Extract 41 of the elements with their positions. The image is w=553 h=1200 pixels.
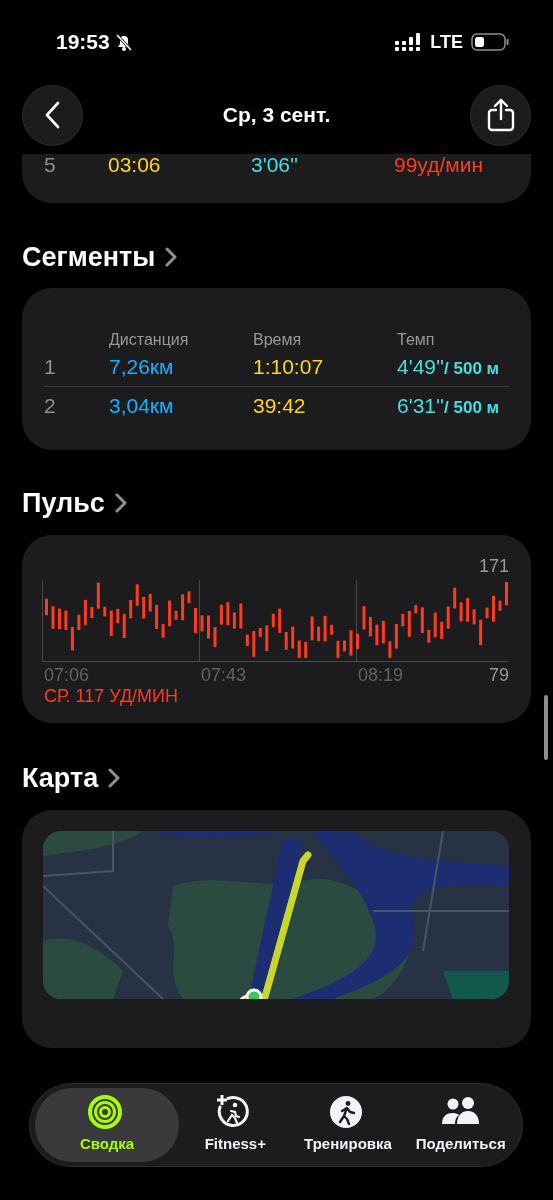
average-heart-rate: СР. 117 УД/МИН <box>44 685 179 708</box>
chevron-right-icon <box>165 247 178 267</box>
tab[interactable]: Поделиться <box>404 1088 517 1162</box>
segment-time: 1:10:07 <box>253 354 325 381</box>
battery-icon <box>471 33 509 51</box>
row-number: 2 <box>44 392 57 419</box>
segment-distance: 3,04км <box>109 392 175 419</box>
chevron-left-icon <box>44 101 61 129</box>
pace-unit: / 500 м <box>444 358 500 381</box>
tab[interactable]: Fitness+ <box>179 1088 292 1162</box>
column-header: Время <box>253 330 303 350</box>
time-axis-label: 07:43 <box>201 665 247 685</box>
section-title[interactable]: Пульс <box>22 482 105 524</box>
split-time: 03:06 <box>108 154 162 175</box>
signal-icon <box>395 33 423 51</box>
split-pace: 3'06'' <box>251 154 300 175</box>
share-icon <box>486 98 515 132</box>
segment-pace: 6'31'' <box>397 392 445 419</box>
segment-distance: 7,26км <box>109 354 175 381</box>
column-header: Темп <box>397 330 436 350</box>
tab[interactable]: Сводка <box>35 1088 179 1162</box>
axis-max-label: 171 <box>478 555 509 578</box>
segment-pace: 4'49'' <box>397 354 445 381</box>
section-title[interactable]: Карта <box>22 757 99 799</box>
row-number: 1 <box>44 354 57 381</box>
time-axis-label: 08:19 <box>358 665 404 685</box>
network-label: LTE <box>430 30 463 54</box>
pace-unit: / 500 м <box>444 396 500 419</box>
section-title[interactable]: Сегменты <box>22 236 156 278</box>
scrollbar <box>544 695 548 760</box>
status-time: 19:53 <box>56 29 110 56</box>
nav-title: Ср, 3 сент. <box>222 102 331 129</box>
row-number: 5 <box>44 154 57 175</box>
tab[interactable]: Тренировка <box>291 1088 405 1162</box>
segment-time: 39:42 <box>253 392 307 419</box>
axis-min-label: 79 <box>488 664 509 687</box>
chevron-right-icon <box>114 493 127 513</box>
time-axis-label: 07:06 <box>44 665 90 685</box>
column-header: Дистанция <box>109 330 190 350</box>
split-heart-rate: 99уд/мин <box>394 154 484 175</box>
chevron-right-icon <box>108 768 121 788</box>
